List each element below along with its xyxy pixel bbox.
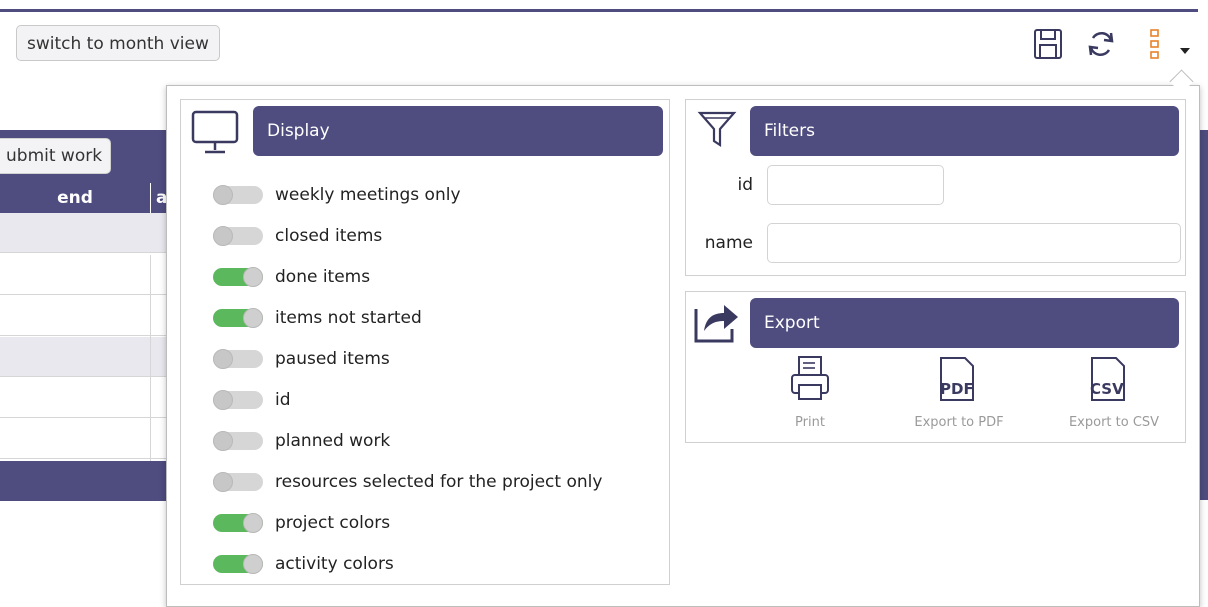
column-divider xyxy=(150,255,151,461)
toggle-knob xyxy=(213,390,233,410)
print-label[interactable]: Print xyxy=(740,415,880,430)
toggle-switch[interactable] xyxy=(213,349,263,369)
toggle-knob xyxy=(213,472,233,492)
toggle-switch[interactable] xyxy=(213,226,263,246)
submit-work-button[interactable]: ubmit work xyxy=(0,138,112,174)
column-header-end[interactable]: end xyxy=(0,183,150,213)
export-csv-label[interactable]: Export to CSV xyxy=(1044,415,1184,430)
toggle-knob xyxy=(243,554,263,574)
toggle-switch[interactable] xyxy=(213,513,263,533)
toggle-row[interactable]: paused items xyxy=(213,344,390,374)
share-icon xyxy=(692,297,742,349)
toggle-switch[interactable] xyxy=(213,431,263,451)
toggle-switch[interactable] xyxy=(213,185,263,205)
toggle-label: closed items xyxy=(275,226,383,246)
filter-id-label: id xyxy=(737,175,753,195)
toggle-row[interactable]: resources selected for the project only xyxy=(213,467,602,497)
toggle-switch[interactable] xyxy=(213,390,263,410)
table-row xyxy=(0,296,166,336)
top-divider xyxy=(0,9,1198,12)
toggle-label: project colors xyxy=(275,513,391,533)
toggle-row[interactable]: activity colors xyxy=(213,549,394,579)
csv-icon[interactable]: CSV xyxy=(1088,356,1134,406)
export-pdf-label[interactable]: Export to PDF xyxy=(889,415,1029,430)
table-footer xyxy=(0,461,166,501)
toggle-row[interactable]: closed items xyxy=(213,221,382,251)
table-row xyxy=(0,378,166,418)
display-title: Display xyxy=(253,106,663,156)
toggle-switch[interactable] xyxy=(213,472,263,492)
save-icon[interactable] xyxy=(1033,28,1063,64)
table-row xyxy=(0,337,166,377)
table-row xyxy=(0,419,166,459)
filters-title: Filters xyxy=(750,106,1179,156)
toggle-switch[interactable] xyxy=(213,267,263,287)
toggle-row[interactable]: done items xyxy=(213,262,370,292)
table-row xyxy=(0,213,166,253)
toggle-knob xyxy=(243,308,263,328)
pdf-badge: PDF xyxy=(940,380,974,398)
toggle-label: activity colors xyxy=(275,554,394,574)
toggle-label: id xyxy=(275,390,291,410)
filter-icon xyxy=(696,109,738,155)
toggle-row[interactable]: weekly meetings only xyxy=(213,180,461,210)
toggle-knob xyxy=(243,513,263,533)
toggle-knob xyxy=(243,267,263,287)
pdf-icon[interactable]: PDF xyxy=(937,356,983,406)
switch-to-month-view-button[interactable]: switch to month view xyxy=(16,25,220,61)
toggle-row[interactable]: planned work xyxy=(213,426,390,456)
print-icon[interactable] xyxy=(789,355,831,407)
toggle-knob xyxy=(213,226,233,246)
toggle-label: resources selected for the project only xyxy=(275,472,603,492)
refresh-icon[interactable] xyxy=(1085,28,1117,64)
monitor-icon xyxy=(191,110,241,160)
dropdown-arrow-icon[interactable] xyxy=(1179,40,1191,59)
toggle-label: planned work xyxy=(275,431,391,451)
toggle-knob xyxy=(213,185,233,205)
toggle-knob xyxy=(213,349,233,369)
toggle-row[interactable]: id xyxy=(213,385,291,415)
toggle-row[interactable]: project colors xyxy=(213,508,390,538)
toggle-label: items not started xyxy=(275,308,422,328)
filter-id-input[interactable] xyxy=(767,165,944,205)
filter-name-label: name xyxy=(704,233,753,253)
toggle-label: paused items xyxy=(275,349,390,369)
toggle-label: done items xyxy=(275,267,371,287)
table-row xyxy=(0,255,166,295)
toggle-row[interactable]: items not started xyxy=(213,303,422,333)
menu-icon[interactable] xyxy=(1149,29,1161,63)
export-title: Export xyxy=(750,298,1179,348)
toggle-label: weekly meetings only xyxy=(275,185,461,205)
toggle-knob xyxy=(213,431,233,451)
toggle-switch[interactable] xyxy=(213,308,263,328)
toggle-switch[interactable] xyxy=(213,554,263,574)
column-header-next[interactable]: a xyxy=(151,183,167,213)
filter-name-input[interactable] xyxy=(767,223,1181,263)
csv-badge: CSV xyxy=(1090,380,1124,398)
